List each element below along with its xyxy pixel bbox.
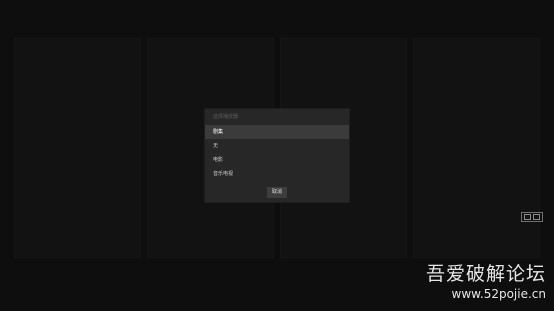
player-select-dialog: 选择播放器 剧集 无 电影 音乐电视 取消 — [205, 109, 349, 202]
dialog-item-series[interactable]: 剧集 — [205, 125, 349, 139]
layout-cell-icon — [524, 214, 531, 220]
watermark: 吾爱破解论坛 www.52pojie.cn — [426, 262, 546, 302]
layout-toggle-icon[interactable] — [521, 212, 543, 222]
layout-cell-icon — [533, 214, 540, 220]
dialog-item-none[interactable]: 无 — [205, 139, 349, 153]
cancel-button[interactable]: 取消 — [266, 187, 287, 198]
dialog-item-movie[interactable]: 电影 — [205, 153, 349, 167]
dialog-title: 选择播放器 — [213, 114, 239, 120]
watermark-url: www.52pojie.cn — [451, 287, 546, 301]
watermark-title: 吾爱破解论坛 — [425, 263, 546, 285]
dialog-footer: 取消 — [205, 178, 349, 198]
tv-screen: 选择播放器 剧集 无 电影 音乐电视 取消 吾爱破解论坛 www.52pojie… — [0, 0, 554, 311]
